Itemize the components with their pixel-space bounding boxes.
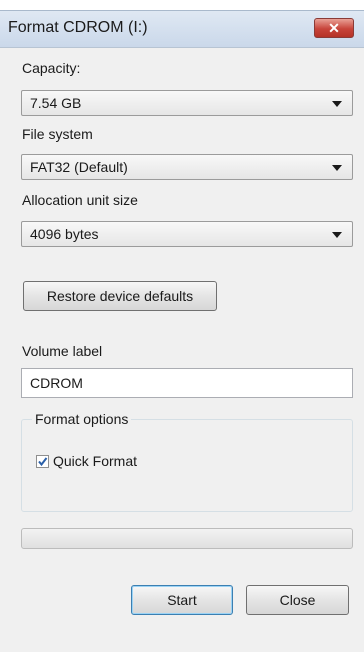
quick-format-checkbox[interactable] [36, 454, 49, 468]
volume-label-input[interactable] [28, 374, 332, 392]
capacity-label: Capacity: [22, 60, 81, 76]
file-system-label: File system [22, 126, 93, 142]
close-button[interactable]: Close [246, 585, 349, 615]
quick-format-label: Quick Format [53, 453, 138, 469]
file-system-dropdown[interactable]: FAT32 (Default) [21, 154, 353, 180]
window-title: Format CDROM (I:) [8, 19, 148, 36]
checkmark-icon [38, 456, 48, 466]
allocation-unit-value: 4096 bytes [30, 226, 99, 242]
format-progress-bar [21, 528, 353, 549]
restore-defaults-button[interactable]: Restore device defaults [23, 281, 217, 311]
capacity-dropdown[interactable]: 7.54 GB [21, 90, 353, 116]
format-options-legend: Format options [32, 411, 132, 427]
volume-label-heading: Volume label [22, 343, 103, 359]
close-window-button[interactable]: ✕ [314, 18, 354, 38]
allocation-unit-label: Allocation unit size [22, 192, 138, 208]
chevron-down-icon [332, 165, 342, 171]
format-dialog: Format CDROM (I:) ✕ Capacity: 7.54 GB Fi… [0, 10, 364, 652]
format-options-group: Format options Quick Format [21, 411, 353, 512]
close-icon: ✕ [328, 20, 340, 36]
volume-label-field[interactable] [21, 368, 353, 398]
capacity-value: 7.54 GB [30, 95, 82, 111]
chevron-down-icon [332, 232, 342, 238]
chevron-down-icon [332, 101, 342, 107]
file-system-value: FAT32 (Default) [30, 159, 128, 175]
start-button[interactable]: Start [131, 585, 233, 615]
title-bar: Format CDROM (I:) ✕ [0, 11, 364, 48]
quick-format-option[interactable]: Quick Format [36, 453, 137, 469]
allocation-unit-dropdown[interactable]: 4096 bytes [21, 221, 353, 247]
